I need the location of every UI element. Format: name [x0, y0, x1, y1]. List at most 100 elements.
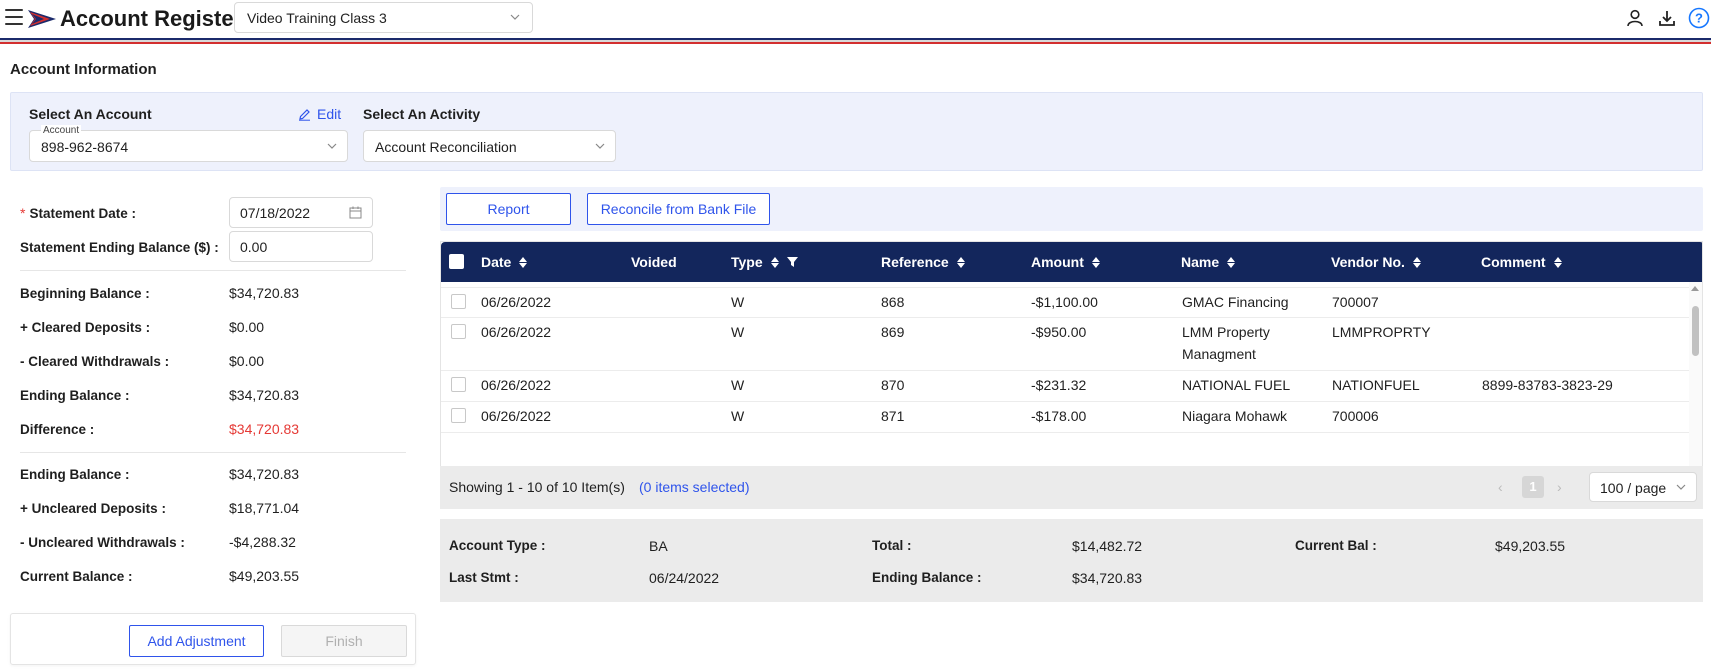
- finish-button[interactable]: Finish: [281, 625, 407, 657]
- toolbar-panel: Report Reconcile from Bank File: [440, 187, 1703, 231]
- current-bal-label: Current Bal :: [1295, 538, 1377, 553]
- row-checkbox[interactable]: [451, 324, 466, 339]
- reconcile-bank-file-button[interactable]: Reconcile from Bank File: [587, 193, 770, 225]
- page-size-value: 100 / page: [1600, 480, 1667, 496]
- pagination-bar: Showing 1 - 10 of 10 Item(s) (0 items se…: [440, 466, 1703, 509]
- company-select[interactable]: Video Training Class 3: [234, 2, 533, 33]
- account-panel: Select An Account Edit Account 898-962-8…: [10, 92, 1703, 171]
- table-row[interactable]: 06/26/2022 W 871 -$178.00 Niagara Mohawk…: [441, 402, 1691, 433]
- col-type[interactable]: Type: [731, 254, 798, 270]
- logo-icon: [28, 10, 56, 28]
- divider: [20, 270, 406, 271]
- summary-row: Beginning Balance : $34,720.83: [20, 285, 300, 301]
- statement-ending-balance-label: Statement Ending Balance ($) :: [20, 240, 219, 255]
- company-select-value: Video Training Class 3: [247, 10, 387, 26]
- menu-icon[interactable]: [5, 9, 23, 25]
- prev-page-icon[interactable]: ‹: [1498, 479, 1503, 495]
- scroll-up-icon[interactable]: [1691, 286, 1699, 291]
- sort-icon: [1091, 256, 1100, 268]
- sort-icon: [1412, 256, 1421, 268]
- col-name[interactable]: Name: [1181, 254, 1236, 270]
- sort-icon: [1553, 256, 1562, 268]
- required-marker: *: [20, 205, 26, 221]
- summary-row: Current Balance : $49,203.55: [20, 568, 300, 584]
- summary-row: + Uncleared Deposits : $18,771.04: [20, 500, 300, 516]
- ending-balance-label: Ending Balance :: [872, 570, 982, 585]
- col-comment[interactable]: Comment: [1481, 254, 1562, 270]
- vertical-scrollbar[interactable]: [1689, 282, 1702, 490]
- action-bar: Add Adjustment Finish: [10, 613, 416, 665]
- account-select[interactable]: Account 898-962-8674: [29, 125, 348, 162]
- col-vendor-no[interactable]: Vendor No.: [1331, 254, 1421, 270]
- download-icon[interactable]: [1655, 6, 1679, 30]
- total-label: Total :: [872, 538, 912, 553]
- statement-date-input[interactable]: 07/18/2022: [229, 197, 373, 228]
- col-reference[interactable]: Reference: [881, 254, 965, 270]
- activity-select[interactable]: Account Reconciliation: [363, 130, 616, 162]
- summary-row: Ending Balance : $34,720.83: [20, 387, 300, 403]
- total-value: $14,482.72: [1072, 538, 1143, 554]
- sort-icon: [519, 256, 528, 268]
- next-page-icon[interactable]: ›: [1557, 479, 1562, 495]
- account-value: 898-962-8674: [41, 139, 129, 155]
- account-summary: Account Type : BA Total : $14,482.72 Cur…: [440, 519, 1703, 602]
- svg-text:?: ?: [1695, 11, 1703, 26]
- calendar-icon: [349, 206, 362, 219]
- page-size-select[interactable]: 100 / page: [1589, 472, 1697, 502]
- header-stripes: [0, 38, 1711, 44]
- summary-row: + Cleared Deposits : $0.00: [20, 319, 265, 335]
- row-checkbox[interactable]: [451, 408, 466, 423]
- statement-ending-balance-value: 0.00: [240, 239, 268, 255]
- add-adjustment-button[interactable]: Add Adjustment: [129, 625, 264, 657]
- table-row[interactable]: 06/26/2022 W 868 -$1,100.00 GMAC Financi…: [441, 287, 1691, 318]
- col-voided: Voided: [631, 254, 677, 270]
- row-checkbox[interactable]: [451, 377, 466, 392]
- chevron-down-icon: [510, 14, 520, 20]
- app-title: Account Register: [60, 6, 243, 31]
- ending-balance-value: $34,720.83: [1072, 570, 1143, 586]
- edit-link[interactable]: Edit: [298, 106, 341, 122]
- showing-text: Showing 1 - 10 of 10 Item(s): [449, 479, 625, 495]
- scroll-thumb[interactable]: [1692, 306, 1699, 356]
- select-account-label: Select An Account: [29, 106, 152, 122]
- account-type-value: BA: [649, 538, 668, 554]
- statement-date-label: * Statement Date :: [20, 205, 136, 221]
- select-activity-label: Select An Activity: [363, 106, 481, 122]
- help-icon[interactable]: ?: [1687, 6, 1711, 30]
- page-number[interactable]: 1: [1522, 476, 1544, 498]
- account-float-label: Account: [41, 125, 82, 136]
- chevron-down-icon: [595, 143, 605, 149]
- top-bar: Account Register Video Training Class 3 …: [0, 0, 1711, 40]
- table-row[interactable]: 06/26/2022 W 869 -$950.00 LMM Property M…: [441, 318, 1691, 371]
- sort-icon: [956, 256, 965, 268]
- chevron-down-icon: [327, 143, 337, 149]
- table-row[interactable]: 06/26/2022 W 870 -$231.32 NATIONAL FUEL …: [441, 371, 1691, 402]
- filter-icon[interactable]: [786, 257, 798, 267]
- last-stmt-label: Last Stmt :: [449, 570, 519, 585]
- summary-row: - Uncleared Withdrawals : -$4,288.32: [20, 534, 296, 550]
- col-amount[interactable]: Amount: [1031, 254, 1100, 270]
- col-date[interactable]: Date: [481, 254, 528, 270]
- row-checkbox[interactable]: [451, 294, 466, 309]
- selected-count[interactable]: (0 items selected): [639, 479, 749, 495]
- user-icon[interactable]: [1623, 6, 1647, 30]
- statement-ending-balance-input[interactable]: 0.00: [229, 231, 373, 262]
- sort-icon: [770, 256, 779, 268]
- current-bal-value: $49,203.55: [1495, 538, 1566, 554]
- difference-row: Difference : $34,720.83: [20, 421, 300, 437]
- sort-icon: [1227, 256, 1236, 268]
- edit-label: Edit: [317, 106, 342, 122]
- table-header: Date Voided Type Reference Amount Name V…: [441, 242, 1702, 282]
- activity-value: Account Reconciliation: [375, 139, 517, 155]
- select-all-checkbox[interactable]: [449, 254, 464, 269]
- last-stmt-value: 06/24/2022: [649, 570, 720, 586]
- section-title: Account Information: [10, 61, 157, 78]
- report-button[interactable]: Report: [446, 193, 571, 225]
- chevron-down-icon: [1676, 484, 1686, 490]
- divider: [20, 452, 406, 453]
- summary-row: - Cleared Withdrawals : $0.00: [20, 353, 265, 369]
- summary-row: Ending Balance : $34,720.83: [20, 466, 300, 482]
- account-type-label: Account Type :: [449, 538, 546, 553]
- statement-date-value: 07/18/2022: [240, 205, 311, 221]
- edit-icon: [299, 108, 310, 121]
